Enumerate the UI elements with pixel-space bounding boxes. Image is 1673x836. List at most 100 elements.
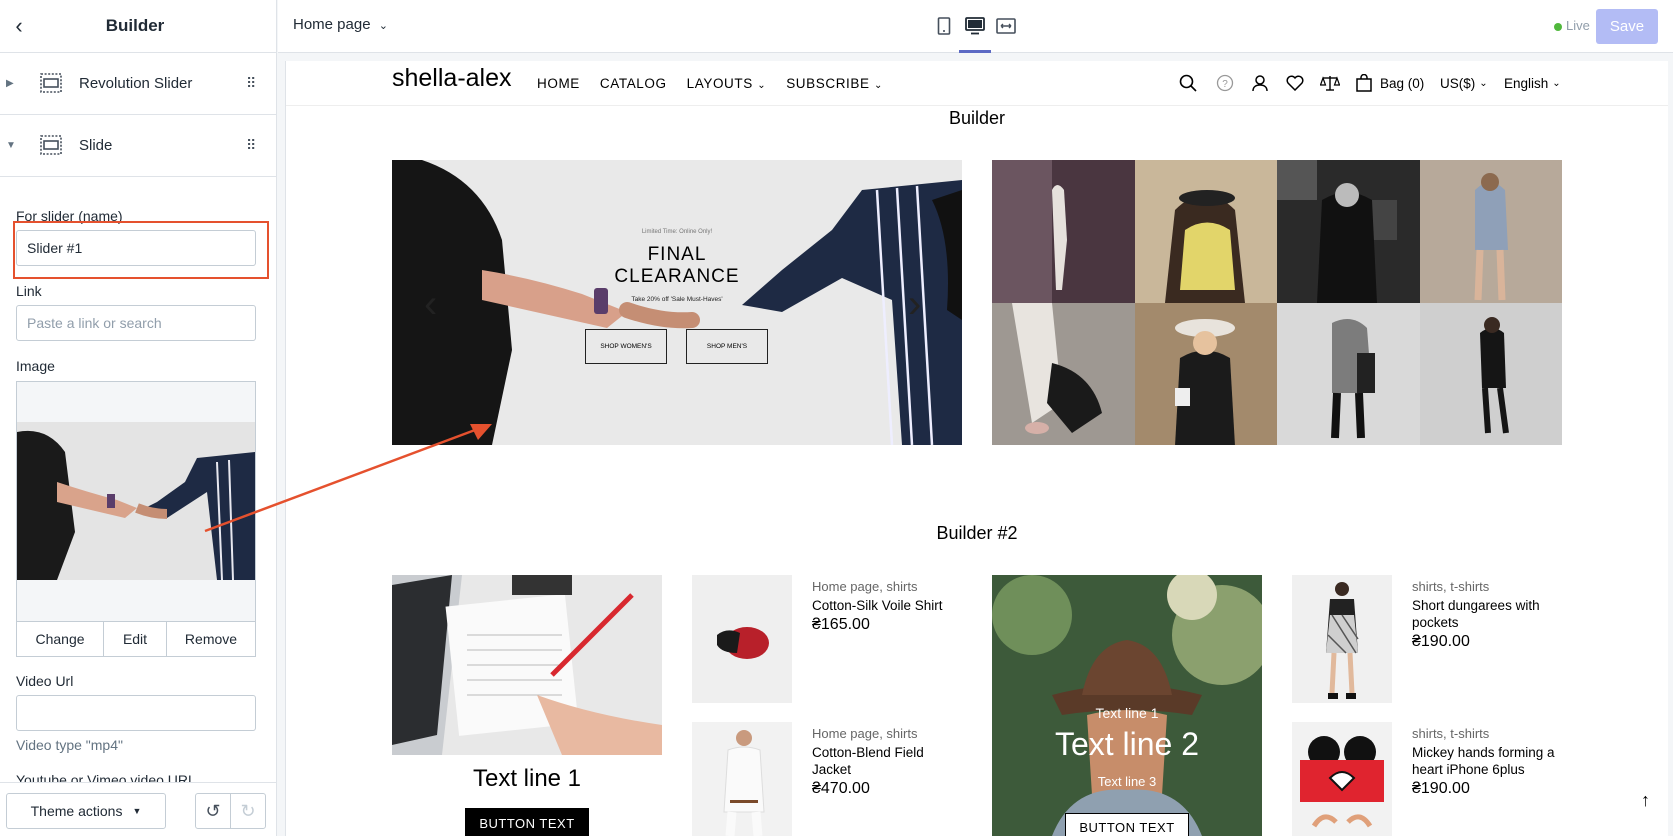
product-price: ₴190.00 <box>1412 780 1470 797</box>
bag-label: Bag (0) <box>1380 75 1425 91</box>
remove-image-button[interactable]: Remove <box>167 622 255 656</box>
chevron-down-icon: ⌄ <box>757 80 767 91</box>
caret-down-icon[interactable]: ▼ <box>6 140 16 151</box>
store-logo[interactable]: shella-alex <box>392 64 512 93</box>
hero-slider[interactable]: ‹ › Limited Time: Online Only! FINAL CLE… <box>392 160 962 445</box>
theme-actions-button[interactable]: Theme actions ▼ <box>6 793 166 829</box>
account-icon[interactable] <box>1251 71 1269 95</box>
undo-icon[interactable]: ↺ <box>196 794 230 828</box>
change-image-button[interactable]: Change <box>17 622 104 656</box>
image-label: Image <box>16 358 55 374</box>
shop-womens-button[interactable]: SHOP WOMEN'S <box>585 329 667 364</box>
caret-down-icon: ▼ <box>132 806 142 816</box>
image-actions: Change Edit Remove <box>17 621 255 656</box>
chevron-down-icon: ⌄ <box>1552 77 1561 89</box>
theme-editor-sidebar: ‹ Builder ▶ Revolution Slider ⠿ ▼ Slide … <box>0 0 277 836</box>
slider-next-arrow[interactable]: › <box>908 282 921 327</box>
grid-image[interactable] <box>1134 160 1277 303</box>
shop-mens-button[interactable]: SHOP MEN'S <box>686 329 768 364</box>
product-card[interactable]: shirts, t-shirts Mickey hands forming a … <box>1292 722 1562 836</box>
builder-section-title: Builder <box>948 108 1006 128</box>
wishlist-heart-icon[interactable] <box>1286 71 1304 95</box>
active-device-indicator <box>959 50 991 53</box>
sidebar-header: ‹ Builder <box>0 0 276 53</box>
product-meta: Home page, shirts <box>812 726 918 741</box>
live-label: Live <box>1566 18 1590 33</box>
help-icon[interactable]: ? <box>1216 71 1234 95</box>
nav-layouts[interactable]: LAYOUTS ⌄ <box>687 76 767 91</box>
page-selector[interactable]: Home page ⌄ <box>293 16 388 33</box>
link-input[interactable]: Paste a link or search <box>16 305 256 341</box>
grid-image[interactable] <box>1277 302 1420 445</box>
drag-handle-icon[interactable]: ⠿ <box>246 137 256 154</box>
section-layout-icon <box>40 73 62 93</box>
promo-card-center[interactable]: Text line 1 Text line 2 Text line 3 BUTT… <box>992 575 1262 836</box>
nav-subscribe-label: SUBSCRIBE <box>786 76 870 91</box>
product-name[interactable]: Mickey hands forming a heart iPhone 6plu… <box>1412 744 1562 778</box>
promo-image-desk <box>392 575 662 755</box>
video-url-input[interactable] <box>16 695 256 731</box>
theme-actions-label: Theme actions <box>30 803 123 819</box>
product-card[interactable]: Home page, shirts Cotton-Silk Voile Shir… <box>692 575 962 703</box>
caret-right-icon[interactable]: ▶ <box>6 78 14 89</box>
grid-image[interactable] <box>1277 160 1420 303</box>
product-name[interactable]: Cotton-Blend Field Jacket <box>812 744 952 778</box>
product-card[interactable]: Home page, shirts Cotton-Blend Field Jac… <box>692 722 962 836</box>
grid-image[interactable] <box>992 160 1135 303</box>
hero-subtext: Take 20% off 'Sale Must-Haves' <box>631 296 723 303</box>
storefront-preview: shella-alex HOME CATALOG LAYOUTS ⌄ SUBSC… <box>285 61 1668 836</box>
product-price: ₴190.00 <box>1412 633 1470 650</box>
live-status: Live <box>1554 18 1590 33</box>
product-meta: shirts, t-shirts <box>1412 726 1490 741</box>
nav-catalog[interactable]: CATALOG <box>600 76 667 91</box>
fullscreen-icon[interactable] <box>994 14 1018 38</box>
product-price: ₴165.00 <box>812 616 870 633</box>
product-image-phone-case <box>1292 722 1392 836</box>
product-image-dungarees <box>1292 575 1392 703</box>
grid-image[interactable] <box>1419 302 1562 445</box>
save-button[interactable]: Save <box>1596 9 1658 44</box>
hero-kicker: Limited Time: Online Only! <box>641 229 713 235</box>
scroll-to-top-icon[interactable]: ↑ <box>1641 790 1650 811</box>
currency-selector[interactable]: US($) ⌄ <box>1440 71 1488 95</box>
store-header: shella-alex HOME CATALOG LAYOUTS ⌄ SUBSC… <box>286 61 1668 106</box>
promo-left-button[interactable]: BUTTON TEXT <box>465 808 589 836</box>
grid-image[interactable] <box>992 302 1135 445</box>
mobile-icon[interactable] <box>932 14 956 38</box>
video-url-label: Video Url <box>16 673 74 689</box>
product-image-jacket <box>692 722 792 836</box>
section-slide[interactable]: ▼ Slide ⠿ <box>0 115 276 177</box>
product-name[interactable]: Short dungarees with pockets <box>1412 597 1562 631</box>
promo-card-left[interactable]: Text line 1 BUTTON TEXT <box>392 575 662 836</box>
grid-image[interactable] <box>1419 160 1562 303</box>
chevron-down-icon: ⌄ <box>873 80 883 91</box>
image-thumbnail[interactable] <box>17 422 255 580</box>
promo-center-text-line-3: Text line 3 <box>1097 774 1157 789</box>
nav-home[interactable]: HOME <box>537 76 580 91</box>
promo-center-button[interactable]: BUTTON TEXT <box>1065 813 1189 836</box>
section-layout-icon <box>40 135 62 155</box>
redo-icon[interactable]: ↻ <box>230 794 265 828</box>
search-icon[interactable] <box>1179 71 1197 95</box>
link-label: Link <box>16 283 42 299</box>
section-revolution-slider[interactable]: ▶ Revolution Slider ⠿ <box>0 53 276 115</box>
builder2-section-title: Builder #2 <box>936 523 1018 543</box>
bag-button[interactable]: Bag (0) <box>1356 71 1424 95</box>
slider-prev-arrow[interactable]: ‹ <box>424 282 437 327</box>
hero-headline-1: FINAL <box>647 244 707 265</box>
desktop-icon[interactable] <box>963 14 987 38</box>
language-selector[interactable]: English ⌄ <box>1504 71 1561 95</box>
section-label: Revolution Slider <box>79 75 193 92</box>
product-card[interactable]: shirts, t-shirts Short dungarees with po… <box>1292 575 1562 703</box>
promo-center-text-line-1: Text line 1 <box>1095 705 1159 721</box>
product-price: ₴470.00 <box>812 780 870 797</box>
svg-text:?: ? <box>1222 79 1228 90</box>
product-name[interactable]: Cotton-Silk Voile Shirt <box>812 597 962 614</box>
nav-subscribe[interactable]: SUBSCRIBE ⌄ <box>786 76 883 91</box>
back-icon[interactable]: ‹ <box>6 13 32 39</box>
drag-handle-icon[interactable]: ⠿ <box>246 75 256 92</box>
compare-scales-icon[interactable] <box>1320 71 1340 95</box>
language-label: English <box>1504 75 1549 91</box>
grid-image[interactable] <box>1134 302 1277 445</box>
edit-image-button[interactable]: Edit <box>104 622 167 656</box>
